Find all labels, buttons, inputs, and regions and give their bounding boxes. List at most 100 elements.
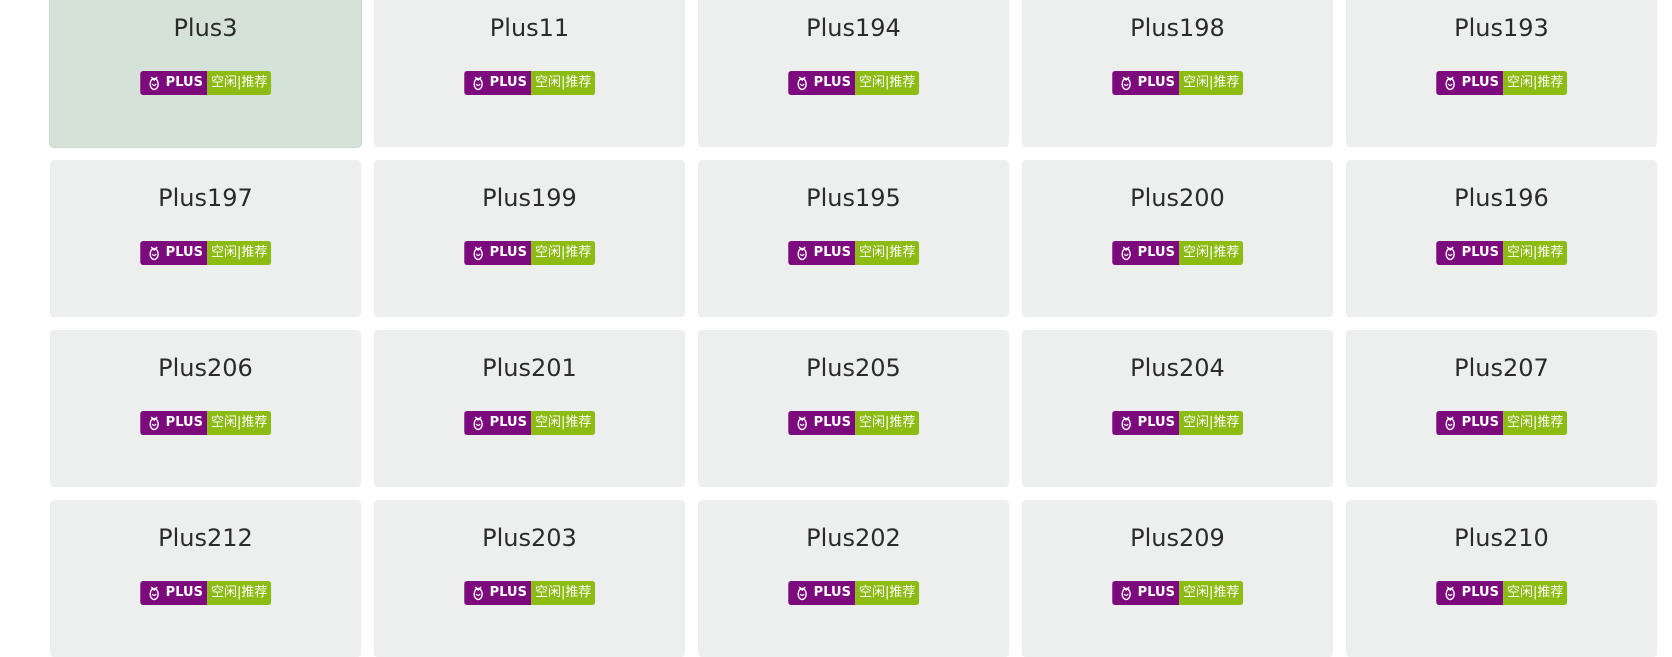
plan-badge: PLUS — [139, 581, 207, 605]
status-label: 空闲|推荐 — [530, 241, 596, 265]
cocoon-logo-icon — [1444, 75, 1456, 91]
server-card-plus203[interactable]: Plus203 PLUS 空闲|推荐 — [374, 500, 685, 657]
status-badge: PLUS 空闲|推荐 — [139, 411, 272, 435]
plan-label: PLUS — [1137, 415, 1175, 430]
status-badge: PLUS 空闲|推荐 — [1111, 581, 1244, 605]
cocoon-logo-icon — [148, 415, 160, 431]
status-badge: PLUS 空闲|推荐 — [787, 71, 920, 95]
server-card-plus3[interactable]: Plus3 PLUS 空闲|推荐 — [50, 0, 361, 147]
plan-label: PLUS — [1137, 75, 1175, 90]
status-badge: PLUS 空闲|推荐 — [787, 241, 920, 265]
plan-label: PLUS — [489, 245, 527, 260]
plan-badge: PLUS — [463, 71, 531, 95]
status-badge: PLUS 空闲|推荐 — [139, 71, 272, 95]
cocoon-logo-icon — [796, 415, 808, 431]
plan-badge: PLUS — [1435, 241, 1503, 265]
server-grid: Plus3 PLUS 空闲|推荐 Plus11 PLUS 空闲|推荐 Plus1… — [50, 0, 1657, 657]
server-card-plus195[interactable]: Plus195 PLUS 空闲|推荐 — [698, 160, 1009, 317]
status-badge: PLUS 空闲|推荐 — [463, 411, 596, 435]
status-label: 空闲|推荐 — [1178, 411, 1244, 435]
status-badge: PLUS 空闲|推荐 — [139, 241, 272, 265]
server-name: Plus193 — [1454, 14, 1549, 42]
cocoon-logo-icon — [472, 415, 484, 431]
server-card-plus197[interactable]: Plus197 PLUS 空闲|推荐 — [50, 160, 361, 317]
server-card-plus200[interactable]: Plus200 PLUS 空闲|推荐 — [1022, 160, 1333, 317]
cocoon-logo-icon — [1444, 415, 1456, 431]
status-label: 空闲|推荐 — [206, 411, 272, 435]
status-label: 空闲|推荐 — [530, 71, 596, 95]
status-label: 空闲|推荐 — [530, 581, 596, 605]
status-label: 空闲|推荐 — [854, 241, 920, 265]
status-badge: PLUS 空闲|推荐 — [139, 581, 272, 605]
server-name: Plus199 — [482, 184, 577, 212]
server-name: Plus202 — [806, 524, 901, 552]
plan-badge: PLUS — [1435, 581, 1503, 605]
plan-badge: PLUS — [787, 241, 855, 265]
status-label: 空闲|推荐 — [1502, 241, 1568, 265]
cocoon-logo-icon — [796, 585, 808, 601]
server-card-plus210[interactable]: Plus210 PLUS 空闲|推荐 — [1346, 500, 1657, 657]
plan-label: PLUS — [489, 75, 527, 90]
server-card-plus206[interactable]: Plus206 PLUS 空闲|推荐 — [50, 330, 361, 487]
status-badge: PLUS 空闲|推荐 — [463, 71, 596, 95]
server-card-plus204[interactable]: Plus204 PLUS 空闲|推荐 — [1022, 330, 1333, 487]
server-card-plus199[interactable]: Plus199 PLUS 空闲|推荐 — [374, 160, 685, 317]
status-label: 空闲|推荐 — [530, 411, 596, 435]
server-name: Plus204 — [1130, 354, 1225, 382]
plan-badge: PLUS — [139, 71, 207, 95]
server-card-plus205[interactable]: Plus205 PLUS 空闲|推荐 — [698, 330, 1009, 487]
plan-label: PLUS — [489, 585, 527, 600]
status-badge: PLUS 空闲|推荐 — [1435, 581, 1568, 605]
plan-badge: PLUS — [1111, 411, 1179, 435]
server-card-plus193[interactable]: Plus193 PLUS 空闲|推荐 — [1346, 0, 1657, 147]
server-card-plus196[interactable]: Plus196 PLUS 空闲|推荐 — [1346, 160, 1657, 317]
plan-badge: PLUS — [463, 241, 531, 265]
status-label: 空闲|推荐 — [1502, 411, 1568, 435]
server-card-plus212[interactable]: Plus212 PLUS 空闲|推荐 — [50, 500, 361, 657]
server-card-plus207[interactable]: Plus207 PLUS 空闲|推荐 — [1346, 330, 1657, 487]
server-name: Plus201 — [482, 354, 577, 382]
server-name: Plus212 — [158, 524, 253, 552]
cocoon-logo-icon — [148, 585, 160, 601]
server-name: Plus210 — [1454, 524, 1549, 552]
plan-badge: PLUS — [1435, 71, 1503, 95]
server-name: Plus197 — [158, 184, 253, 212]
plan-badge: PLUS — [1435, 411, 1503, 435]
server-card-plus201[interactable]: Plus201 PLUS 空闲|推荐 — [374, 330, 685, 487]
plan-label: PLUS — [489, 415, 527, 430]
status-label: 空闲|推荐 — [206, 581, 272, 605]
plan-badge: PLUS — [139, 411, 207, 435]
server-card-plus11[interactable]: Plus11 PLUS 空闲|推荐 — [374, 0, 685, 147]
cocoon-logo-icon — [796, 75, 808, 91]
server-name: Plus3 — [173, 14, 238, 42]
cocoon-logo-icon — [148, 75, 160, 91]
plan-label: PLUS — [1461, 245, 1499, 260]
status-badge: PLUS 空闲|推荐 — [463, 581, 596, 605]
status-label: 空闲|推荐 — [1178, 241, 1244, 265]
plan-label: PLUS — [1461, 585, 1499, 600]
server-card-plus209[interactable]: Plus209 PLUS 空闲|推荐 — [1022, 500, 1333, 657]
plan-label: PLUS — [1137, 585, 1175, 600]
plan-label: PLUS — [165, 245, 203, 260]
server-card-plus198[interactable]: Plus198 PLUS 空闲|推荐 — [1022, 0, 1333, 147]
status-badge: PLUS 空闲|推荐 — [1435, 411, 1568, 435]
server-card-plus194[interactable]: Plus194 PLUS 空闲|推荐 — [698, 0, 1009, 147]
status-badge: PLUS 空闲|推荐 — [787, 411, 920, 435]
plan-label: PLUS — [1137, 245, 1175, 260]
plan-label: PLUS — [813, 415, 851, 430]
cocoon-logo-icon — [796, 245, 808, 261]
server-name: Plus207 — [1454, 354, 1549, 382]
plan-label: PLUS — [1461, 415, 1499, 430]
plan-badge: PLUS — [1111, 241, 1179, 265]
server-name: Plus198 — [1130, 14, 1225, 42]
cocoon-logo-icon — [1120, 245, 1132, 261]
server-card-plus202[interactable]: Plus202 PLUS 空闲|推荐 — [698, 500, 1009, 657]
server-name: Plus205 — [806, 354, 901, 382]
status-label: 空闲|推荐 — [206, 241, 272, 265]
server-name: Plus196 — [1454, 184, 1549, 212]
cocoon-logo-icon — [1444, 245, 1456, 261]
status-label: 空闲|推荐 — [854, 411, 920, 435]
plan-badge: PLUS — [463, 581, 531, 605]
cocoon-logo-icon — [472, 585, 484, 601]
plan-label: PLUS — [165, 415, 203, 430]
